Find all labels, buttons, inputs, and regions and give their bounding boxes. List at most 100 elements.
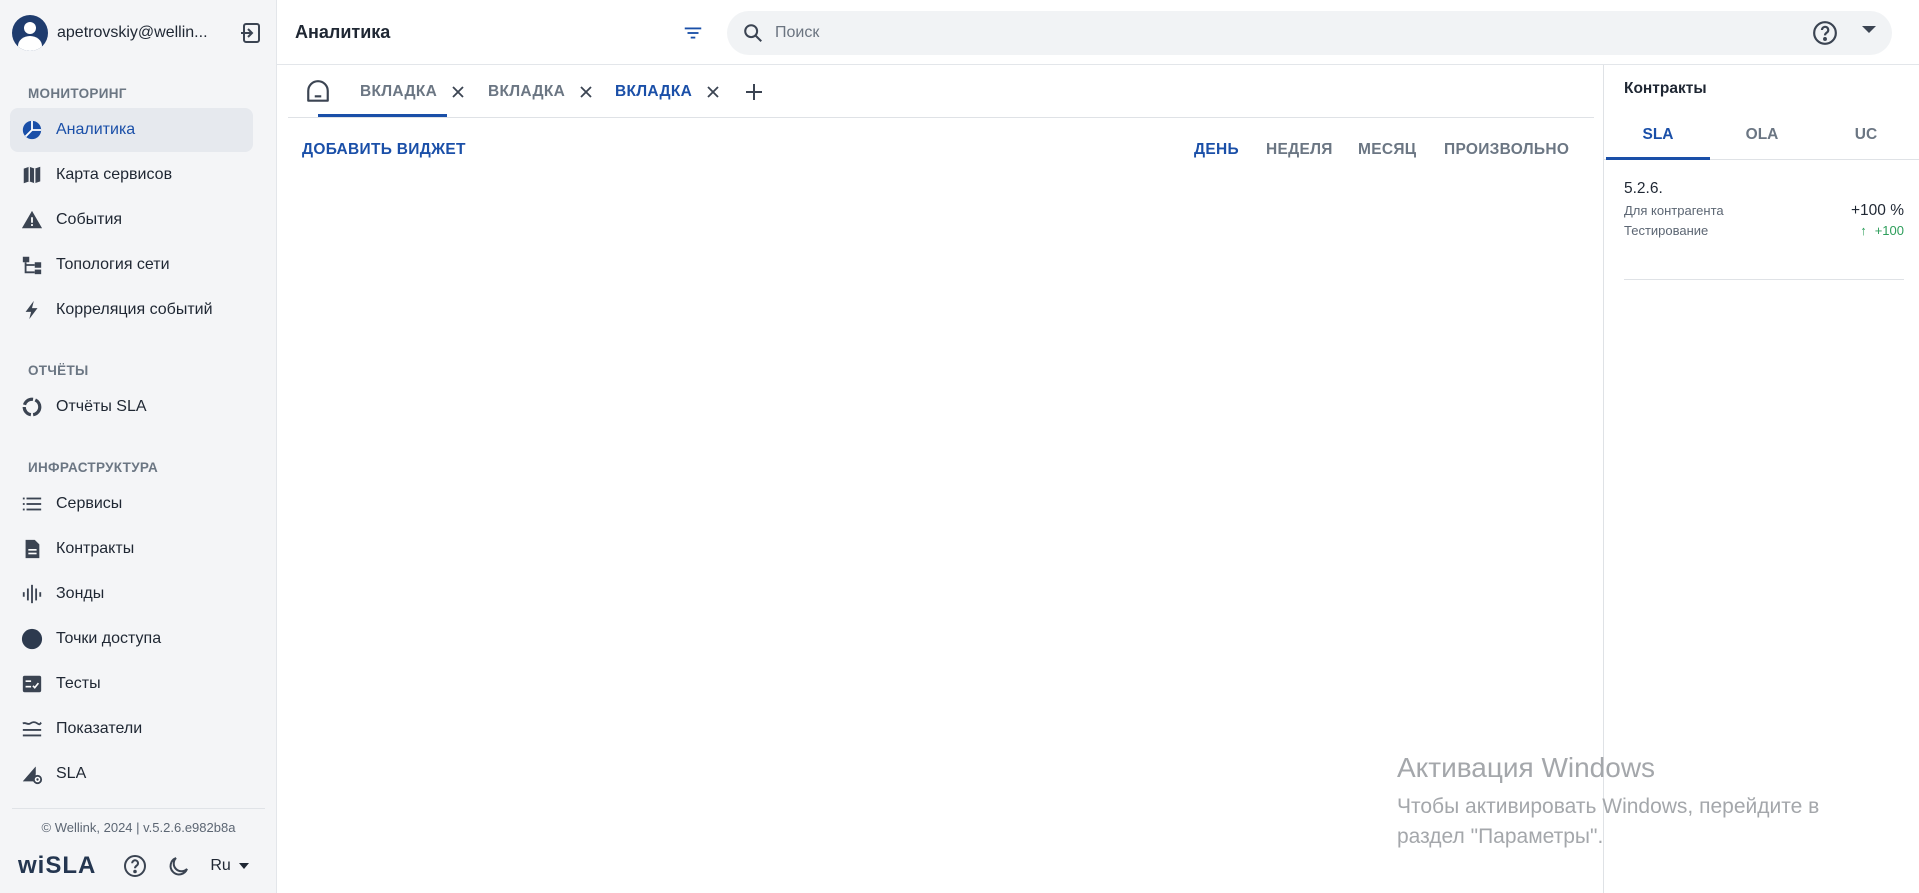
sidebar-item-service-map[interactable]: Карта сервисов [10, 153, 253, 197]
sidebar-footer: wiSLA Ru [18, 851, 258, 881]
topbar: Аналитика [277, 0, 1919, 65]
contract-item[interactable]: 5.2.6. Для контрагента Тестирование +100… [1624, 180, 1904, 280]
sidebar-item-label: События [56, 211, 123, 228]
filter-button[interactable] [679, 19, 707, 47]
sidebar-item-sla[interactable]: SLA [10, 752, 253, 796]
sidebar-item-label: Точки доступа [56, 630, 162, 647]
help-button[interactable] [122, 853, 148, 879]
tab-label: ВКЛАДКА [360, 83, 438, 100]
tab-ola[interactable]: OLA [1710, 110, 1814, 160]
sidebar-item-probes[interactable]: Зонды [10, 572, 253, 616]
sidebar-item-label: Тесты [56, 675, 101, 692]
tab-2[interactable]: ВКЛАДКА [488, 66, 595, 118]
checklist-icon [20, 672, 44, 696]
period-month[interactable]: МЕСЯЦ [1358, 141, 1416, 159]
user-row: apetrovskiy@wellin... [12, 14, 265, 52]
map-icon [20, 163, 44, 187]
contract-delta: ↑ +100 [1860, 223, 1904, 238]
section-title-reports: ОТЧЁТЫ [28, 363, 89, 378]
tabs-bar: ВКЛАДКА ВКЛАДКА ВКЛАДКА [288, 66, 1594, 118]
watermark-title: Активация Windows [1397, 752, 1656, 783]
help-button-top[interactable] [1811, 19, 1839, 47]
period-custom[interactable]: ПРОИЗВОЛЬНО [1444, 141, 1569, 159]
sidebar-item-label: Аналитика [56, 121, 136, 138]
document-icon [20, 537, 44, 561]
sidebar-item-analytics[interactable]: Аналитика [10, 108, 253, 152]
theme-toggle[interactable] [166, 853, 192, 879]
close-icon[interactable] [449, 83, 467, 101]
page-title: Аналитика [295, 22, 391, 42]
sidebar-item-contracts[interactable]: Контракты [10, 527, 253, 571]
sidebar-item-label: Показатели [56, 720, 143, 737]
period-week[interactable]: НЕДЕЛЯ [1266, 141, 1333, 159]
contract-name: Тестирование [1624, 223, 1709, 238]
tab-sla[interactable]: SLA [1606, 110, 1710, 160]
windows-activation-watermark: Активация Windows Чтобы активировать Win… [1397, 752, 1867, 852]
add-tab-button[interactable] [742, 80, 766, 104]
search-icon [741, 21, 765, 45]
list-icon [20, 492, 44, 516]
watermark-text: Чтобы активировать Windows, перейдите в … [1397, 795, 1820, 848]
sidebar-item-label: Корреляция событий [56, 301, 213, 318]
caret-down-icon [238, 863, 249, 869]
add-widget-button[interactable]: ДОБАВИТЬ ВИДЖЕТ [302, 141, 466, 159]
topology-icon [20, 253, 44, 277]
period-day[interactable]: ДЕНЬ [1194, 141, 1239, 159]
search-input[interactable] [775, 24, 1775, 42]
logout-icon [241, 23, 260, 43]
sidebar-item-label: Топология сети [56, 256, 170, 273]
close-icon[interactable] [704, 83, 722, 101]
active-tab-indicator [1606, 157, 1710, 160]
brand-logo: wiSLA [18, 852, 97, 879]
help-icon [1813, 21, 1837, 45]
footer-divider [12, 808, 265, 809]
help-icon [124, 855, 147, 877]
copyright: © Wellink, 2024 | v.5.2.6.e982b8a [41, 820, 236, 835]
sidebar-item-services[interactable]: Сервисы [10, 482, 253, 526]
avatar-icon[interactable] [12, 15, 48, 51]
tab-3[interactable]: ВКЛАДКА [615, 66, 722, 118]
sidebar-item-tests[interactable]: Тесты [10, 662, 253, 706]
section-title-monitoring: МОНИТОРИНГ [28, 86, 127, 101]
contracts-panel-title: Контракты [1624, 80, 1707, 97]
contract-value: +100 % [1850, 202, 1904, 219]
sidebar-item-network-topology[interactable]: Топология сети [10, 243, 253, 287]
ring-icon [20, 395, 44, 419]
sidebar-item-event-correlation[interactable]: Корреляция событий [10, 288, 253, 332]
logout-button[interactable] [237, 19, 265, 47]
active-tab-indicator [318, 114, 447, 117]
sidebar-item-events[interactable]: События [10, 198, 253, 242]
sidebar: apetrovskiy@wellin... МОНИТОРИНГ Аналити… [0, 0, 277, 893]
tab-uc[interactable]: UC [1814, 110, 1918, 160]
plus-icon [746, 84, 762, 100]
filter-icon [684, 27, 702, 39]
close-icon[interactable] [577, 83, 595, 101]
sidebar-item-label: Зонды [56, 585, 105, 602]
arrow-up-icon: ↑ [1860, 223, 1867, 238]
contract-counterparty: Для контрагента [1624, 203, 1724, 218]
language-value: Ru [210, 857, 231, 874]
sidebar-item-label: Контракты [56, 540, 135, 557]
tab-label: ВКЛАДКА [615, 83, 693, 100]
sidebar-item-label: Сервисы [56, 495, 123, 512]
tab-label: ВКЛАДКА [488, 83, 566, 100]
user-email: apetrovskiy@wellin... [57, 24, 208, 41]
circle-icon [20, 627, 44, 651]
waves-icon [20, 717, 44, 741]
probe-bars-icon [20, 582, 44, 606]
tab-1[interactable]: ВКЛАДКА [360, 66, 467, 118]
section-title-infrastructure: ИНФРАСТРУКТУРА [28, 460, 159, 475]
sidebar-item-indicators[interactable]: Показатели [10, 707, 253, 751]
caret-down-icon[interactable] [1862, 26, 1876, 33]
language-select[interactable]: Ru [210, 857, 249, 875]
home-tab[interactable] [304, 78, 332, 106]
contract-delta-value: +100 [1874, 223, 1904, 238]
pie-chart-icon [20, 118, 44, 142]
lightning-icon [20, 298, 44, 322]
moon-icon [169, 857, 189, 876]
sidebar-item-access-points[interactable]: Точки доступа [10, 617, 253, 661]
sidebar-item-label: Отчёты SLA [56, 398, 147, 415]
sidebar-item-sla-reports[interactable]: Отчёты SLA [10, 385, 253, 429]
warning-icon [20, 208, 44, 232]
sidebar-item-label: SLA [56, 765, 87, 782]
